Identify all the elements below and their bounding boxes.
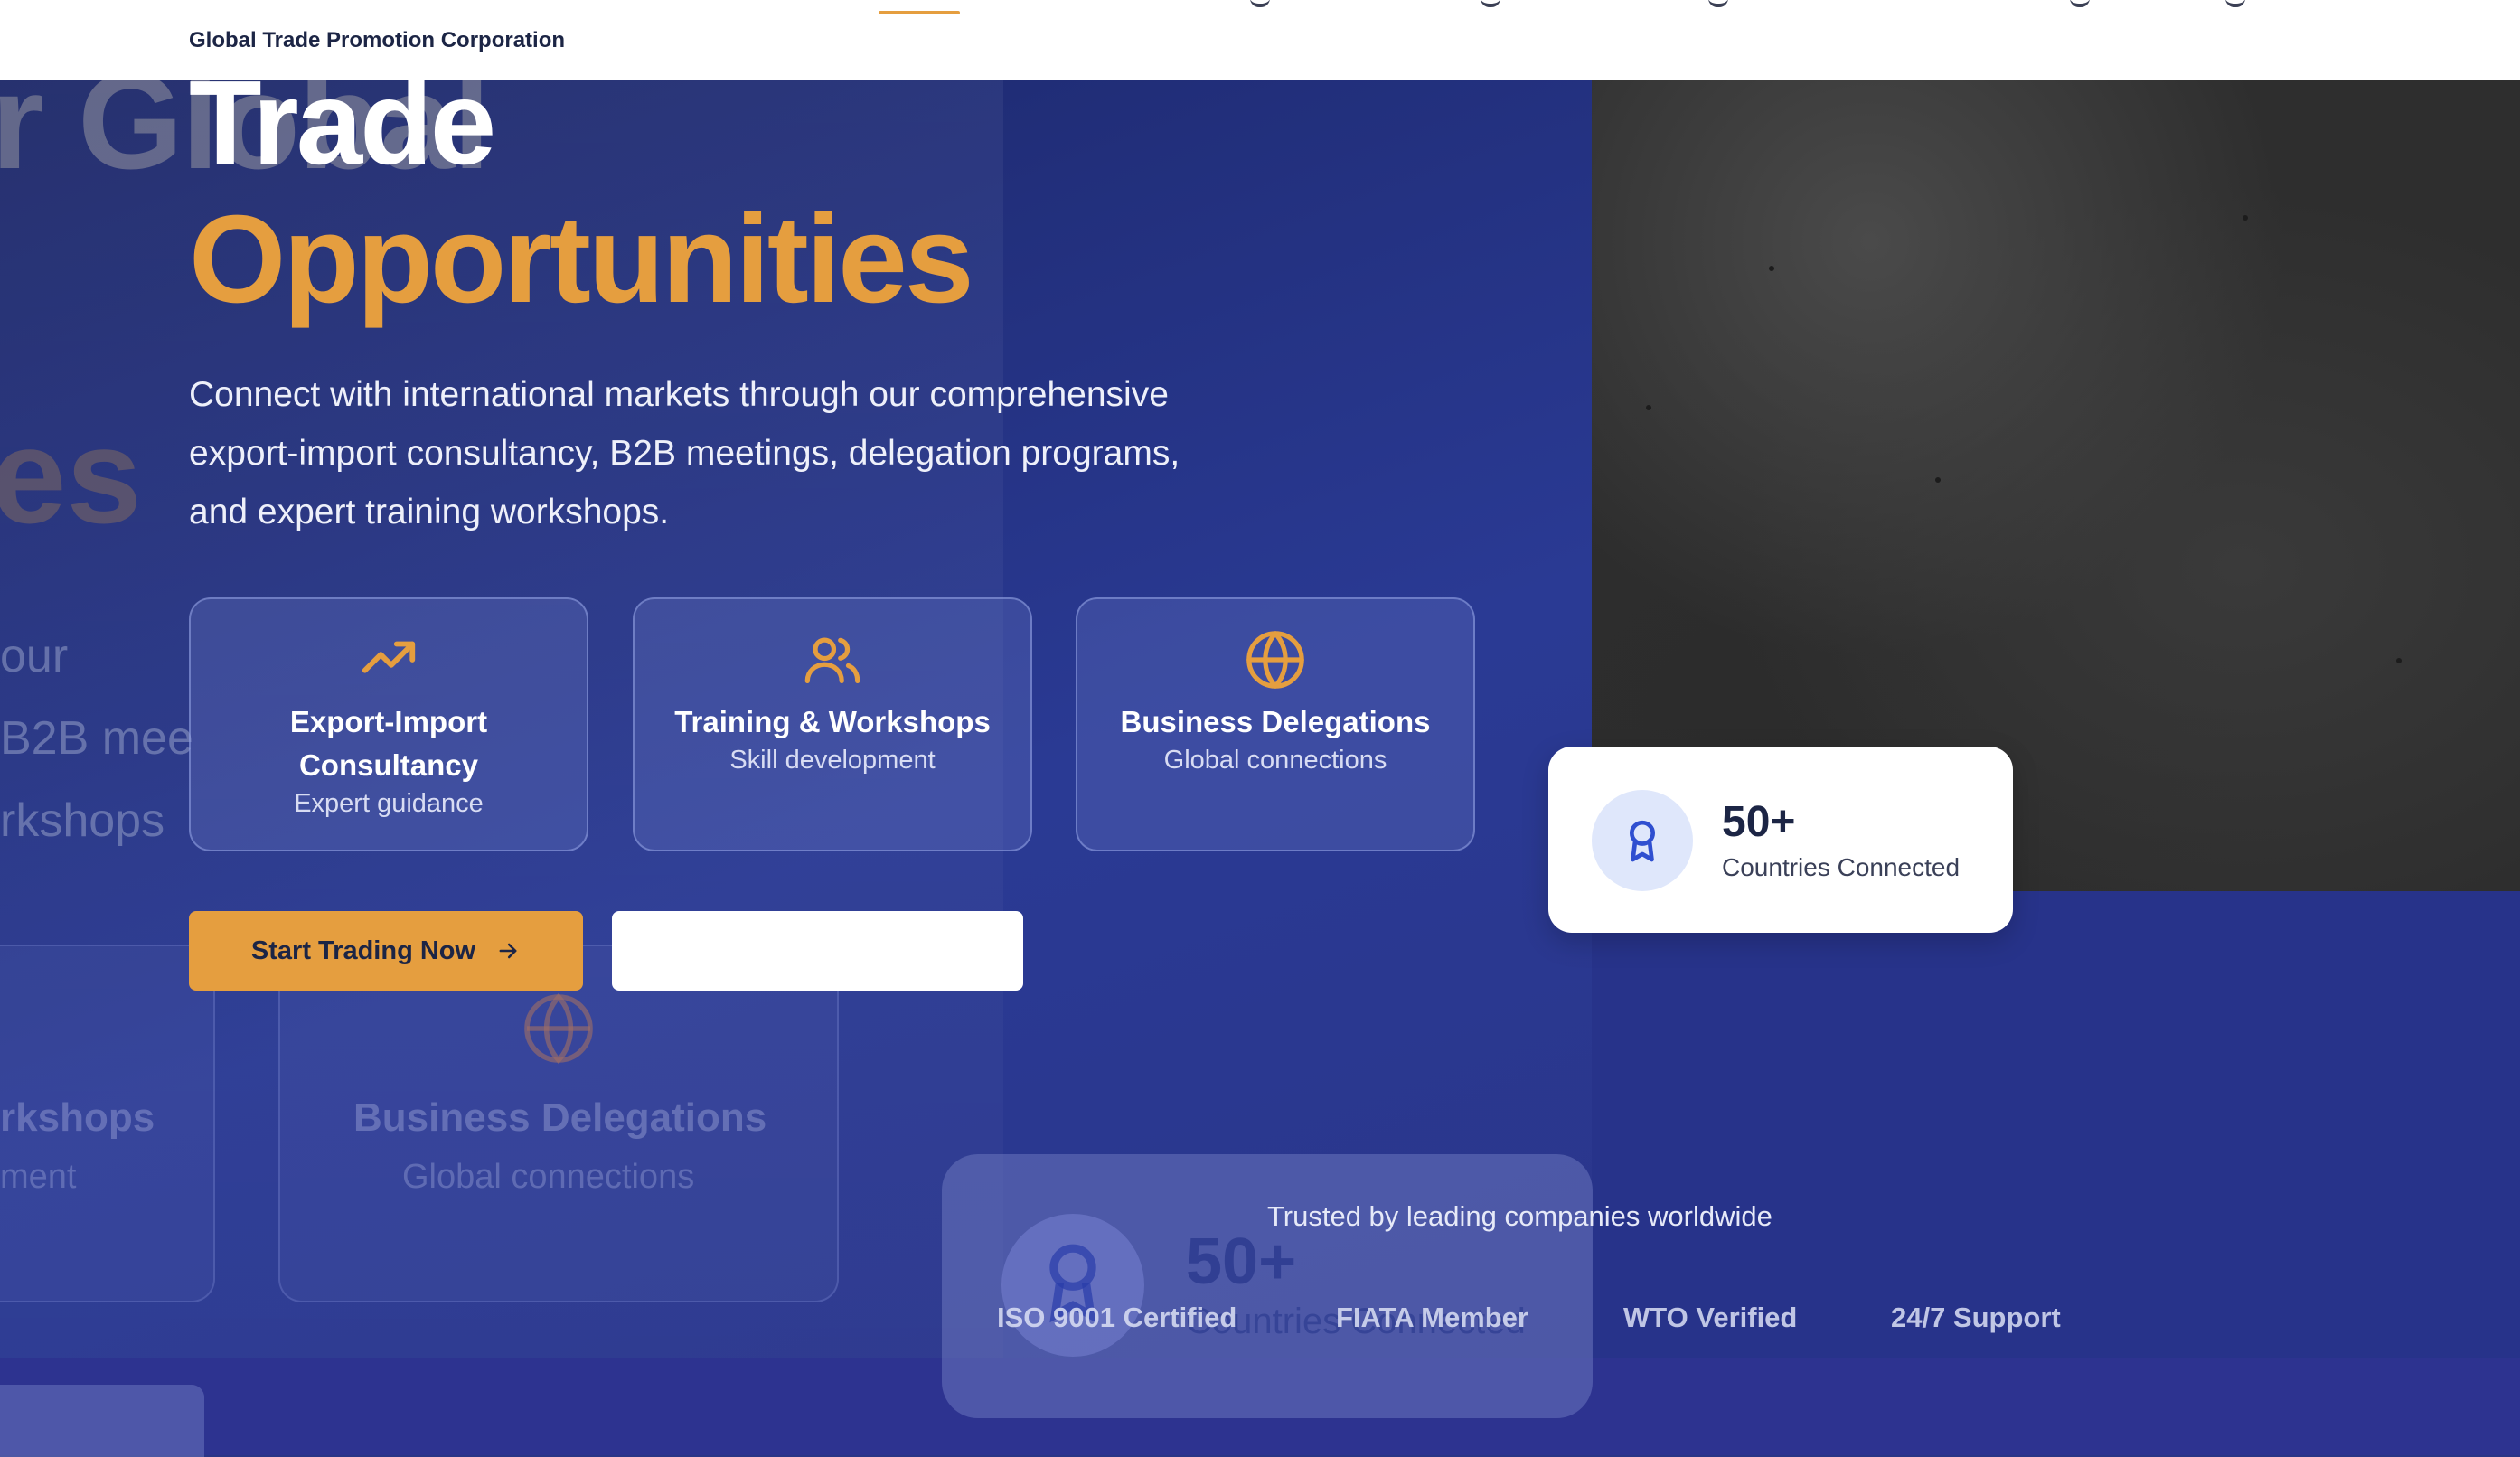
stat-card: 50+ Countries Connected bbox=[1548, 747, 2013, 933]
hero-right-panel bbox=[1592, 891, 2520, 1358]
ghost-description-line: rkshops bbox=[0, 794, 165, 847]
feature-title: Training & Workshops bbox=[674, 705, 991, 738]
start-trading-button[interactable]: Start Trading Now bbox=[189, 911, 583, 991]
ghost-tab bbox=[0, 1385, 204, 1457]
nav-item-fragment[interactable] bbox=[1250, 0, 1270, 7]
feature-card-consultancy[interactable]: Export-Import Consultancy Expert guidanc… bbox=[189, 597, 588, 851]
feature-subtitle: Global connections bbox=[1163, 746, 1387, 775]
feature-title: Business Delegations bbox=[1120, 705, 1431, 738]
hero-title-line-1: Trade bbox=[189, 56, 496, 189]
site-header: Global Trade Promotion Corporation bbox=[0, 0, 2520, 80]
nav-item-fragment[interactable] bbox=[2070, 0, 2090, 7]
stat-value: 50+ bbox=[1722, 798, 1796, 846]
feature-subtitle: Expert guidance bbox=[294, 789, 484, 818]
feature-subtitle: Skill development bbox=[729, 746, 936, 775]
trust-item: ISO 9001 Certified bbox=[997, 1302, 1237, 1333]
nav-item-fragment[interactable] bbox=[2225, 0, 2245, 7]
brand-name[interactable]: Global Trade Promotion Corporation bbox=[189, 28, 565, 53]
ghost-card-subtitle: Global connections bbox=[402, 1158, 695, 1196]
globe-icon bbox=[1246, 631, 1304, 689]
users-icon bbox=[804, 637, 860, 683]
ghost-card-title: Business Delegations bbox=[353, 1095, 767, 1140]
ghost-description-line: B2B mee bbox=[0, 712, 193, 765]
trust-item: WTO Verified bbox=[1623, 1302, 1798, 1333]
trust-item: 24/7 Support bbox=[1891, 1302, 2061, 1333]
trending-up-icon bbox=[362, 641, 416, 673]
ghost-award-icon bbox=[1001, 1214, 1144, 1357]
feature-title: Export-Import Consultancy bbox=[289, 705, 488, 782]
ghost-title-fragment: es bbox=[0, 400, 142, 551]
hero-description: Connect with international markets throu… bbox=[189, 375, 1180, 531]
secondary-button[interactable] bbox=[612, 911, 1023, 991]
ghost-stat-value: 50+ bbox=[1186, 1226, 1297, 1298]
ghost-card-title: rkshops bbox=[0, 1095, 155, 1140]
ghost-globe-icon bbox=[524, 992, 593, 1065]
stat-label: Countries Connected bbox=[1722, 853, 1961, 881]
ghost-description-line: our bbox=[0, 630, 69, 682]
nav-active-indicator bbox=[879, 11, 960, 14]
nav-item-fragment[interactable] bbox=[1481, 0, 1500, 7]
feature-card-delegations[interactable]: Business Delegations Global connections bbox=[1076, 597, 1475, 851]
trust-heading: Trusted by leading companies worldwide bbox=[1267, 1200, 1772, 1232]
award-icon bbox=[1592, 790, 1693, 891]
hero-title-line-2: Opportunities bbox=[189, 190, 974, 329]
ghost-card-subtitle: ment bbox=[0, 1158, 77, 1196]
start-trading-label: Start Trading Now bbox=[250, 935, 476, 965]
nav-item-fragment[interactable] bbox=[1708, 0, 1728, 7]
trust-item: FIATA Member bbox=[1336, 1302, 1528, 1333]
arrow-right-icon bbox=[499, 943, 517, 959]
feature-card-training[interactable]: Training & Workshops Skill development bbox=[633, 597, 1032, 851]
